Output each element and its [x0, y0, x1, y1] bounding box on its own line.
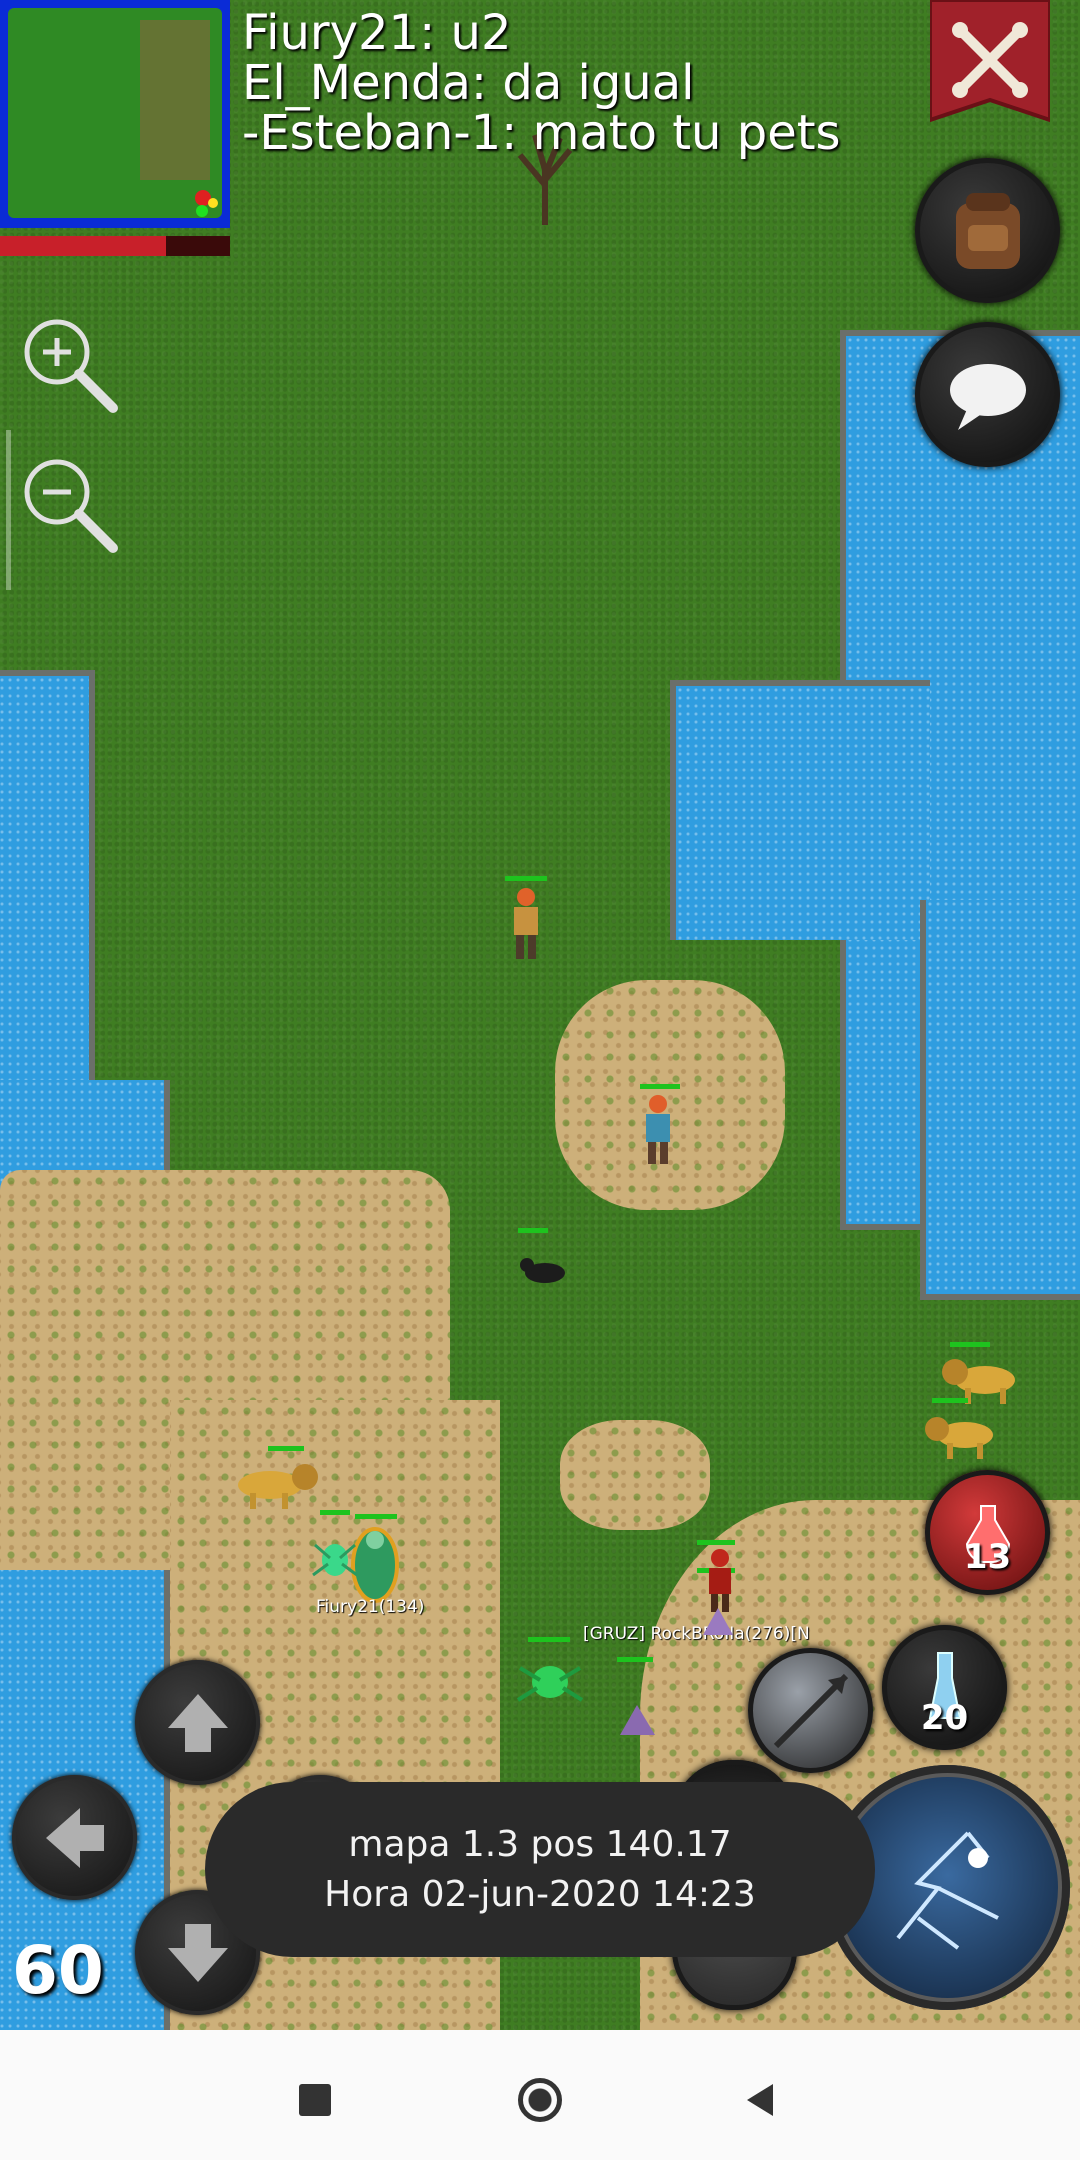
- water-east-lower: [920, 900, 1080, 1300]
- minimap-yellow-marker: [208, 198, 218, 208]
- fps-counter: 60: [12, 1932, 104, 2009]
- lightning-spell-icon: [895, 1831, 999, 1950]
- arrow-down-icon: [167, 1923, 228, 1982]
- npc2-hp-bar: [640, 1084, 680, 1089]
- red-potion-count: 13: [963, 1537, 1012, 1577]
- crossed-bones-banner-icon: [928, 0, 1052, 123]
- inventory-button[interactable]: [915, 158, 1060, 303]
- square-icon: [299, 2084, 331, 2116]
- toast-datetime: Hora 02-jun-2020 14:23: [324, 1873, 756, 1915]
- spider-pet[interactable]: [310, 1530, 360, 1585]
- enemy-player-name: [GRUZ] RockBRoIIa(276)[N: [583, 1624, 810, 1644]
- move-left-button[interactable]: [12, 1775, 137, 1900]
- npc-hp-bar: [505, 876, 547, 881]
- home-button[interactable]: [510, 2070, 570, 2130]
- wolf-hp-bar: [518, 1228, 548, 1233]
- zoom-in-button[interactable]: [15, 310, 120, 415]
- health-bar-track: [0, 236, 230, 256]
- triangle-back-icon: [747, 2084, 773, 2116]
- lion1-hp-bar: [950, 1342, 990, 1347]
- toast-map-position: mapa 1.3 pos 140.17: [348, 1823, 732, 1865]
- minimap[interactable]: [0, 0, 230, 228]
- arrow-left-icon: [45, 1807, 104, 1868]
- npc-archer[interactable]: [630, 1092, 686, 1172]
- lion-pet-2[interactable]: [915, 1405, 1005, 1465]
- red-potion-slot[interactable]: 13: [925, 1470, 1050, 1595]
- player-self-name: Fiury21(134): [316, 1597, 425, 1617]
- circle-icon: [518, 2078, 562, 2122]
- zoom-in-icon: [24, 319, 118, 413]
- minimap-road: [140, 20, 210, 180]
- blue-potion-slot[interactable]: 20: [882, 1625, 1007, 1750]
- recents-button[interactable]: [290, 2075, 340, 2125]
- speech-bubble-icon: [949, 363, 1026, 430]
- green-spider-hp-bar: [528, 1637, 570, 1642]
- spider-pet-hp-bar: [320, 1510, 350, 1515]
- health-bar-fill: [0, 236, 166, 256]
- purple-creature-2[interactable]: [698, 1600, 738, 1640]
- small-creature-hp-bar: [617, 1657, 653, 1662]
- arrow-attack-icon: [773, 1673, 848, 1748]
- self-hp-bar: [355, 1514, 397, 1519]
- chat-line-2: El_Menda: da igual: [242, 55, 695, 111]
- chat-button[interactable]: [915, 322, 1060, 467]
- sand-patch-lower: [560, 1420, 710, 1530]
- blue-potion-count: 20: [920, 1698, 969, 1738]
- zoom-out-icon: [24, 459, 118, 553]
- lion2-hp-bar: [932, 1398, 968, 1403]
- info-toast: mapa 1.3 pos 140.17 Hora 02-jun-2020 14:…: [205, 1782, 875, 1957]
- npc-warrior[interactable]: [500, 885, 552, 965]
- chat-line-1: Fiury21: u2: [242, 5, 512, 61]
- back-button[interactable]: [735, 2075, 785, 2125]
- green-spider[interactable]: [515, 1650, 585, 1710]
- enemy-hp-bar: [697, 1540, 735, 1545]
- lion-pet-3[interactable]: [220, 1455, 330, 1515]
- move-up-button[interactable]: [135, 1660, 260, 1785]
- zoom-slider-track[interactable]: [6, 430, 11, 590]
- zoom-out-button[interactable]: [15, 450, 120, 555]
- system-navigation-bar: [0, 2030, 1080, 2160]
- minimap-ally-marker: [196, 205, 208, 217]
- bow-attack-button[interactable]: [748, 1648, 873, 1773]
- lion3-hp-bar: [268, 1446, 304, 1451]
- menu-banner-button[interactable]: [928, 0, 1052, 135]
- arrow-up-icon: [167, 1693, 228, 1752]
- water-east-inlet: [670, 680, 930, 940]
- black-wolf[interactable]: [515, 1245, 575, 1295]
- backpack-icon: [955, 192, 1020, 269]
- purple-creature[interactable]: [615, 1695, 660, 1740]
- chat-line-3: -Esteban-1: mato tu pets: [242, 105, 841, 161]
